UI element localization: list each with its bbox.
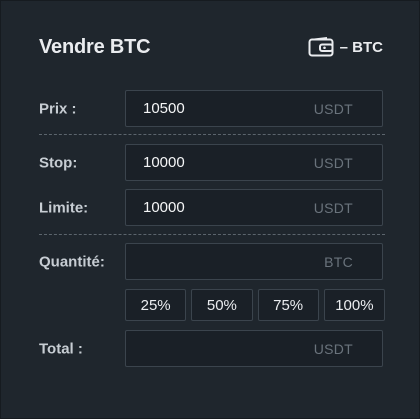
stop-label: Stop: bbox=[39, 154, 78, 171]
stop-input[interactable]: 10000 USDT bbox=[125, 144, 383, 181]
wallet-label: – BTC bbox=[339, 38, 383, 56]
total-unit: USDT bbox=[313, 340, 353, 357]
percentage-buttons: 25% 50% 75% 100% bbox=[125, 289, 385, 321]
price-row: Prix : 10500 USDT bbox=[39, 90, 385, 127]
quantity-label: Quantité: bbox=[39, 253, 105, 270]
wallet-icon bbox=[308, 37, 334, 57]
price-unit: USDT bbox=[313, 100, 353, 117]
total-input[interactable]: USDT bbox=[125, 330, 383, 367]
stop-row: Stop: 10000 USDT bbox=[39, 144, 385, 181]
panel-title: Vendre BTC bbox=[39, 35, 151, 58]
limit-unit: USDT bbox=[313, 199, 353, 216]
quantity-input[interactable]: BTC bbox=[125, 243, 383, 280]
panel-header: Vendre BTC – BTC bbox=[39, 33, 383, 61]
divider bbox=[39, 234, 385, 235]
price-value: 10500 bbox=[143, 100, 185, 117]
total-label: Total : bbox=[39, 340, 83, 357]
limit-input[interactable]: 10000 USDT bbox=[125, 189, 383, 226]
divider bbox=[39, 134, 385, 135]
pct-50-button[interactable]: 50% bbox=[191, 289, 253, 321]
quantity-row: Quantité: BTC bbox=[39, 243, 385, 280]
pct-100-button[interactable]: 100% bbox=[323, 289, 385, 321]
limit-value: 10000 bbox=[143, 199, 185, 216]
wallet-balance[interactable]: – BTC bbox=[308, 37, 383, 57]
stop-unit: USDT bbox=[313, 154, 353, 171]
limit-label: Limite: bbox=[39, 199, 89, 216]
price-input[interactable]: 10500 USDT bbox=[125, 90, 383, 127]
total-row: Total : USDT bbox=[39, 330, 385, 367]
price-label: Prix : bbox=[39, 100, 77, 117]
sell-order-panel: Vendre BTC – BTC Prix : 10500 USDT Stop:… bbox=[0, 0, 420, 419]
limit-row: Limite: 10000 USDT bbox=[39, 189, 385, 226]
stop-value: 10000 bbox=[143, 154, 185, 171]
pct-75-button[interactable]: 75% bbox=[257, 289, 319, 321]
pct-25-button[interactable]: 25% bbox=[125, 289, 187, 321]
quantity-unit: BTC bbox=[324, 253, 353, 270]
